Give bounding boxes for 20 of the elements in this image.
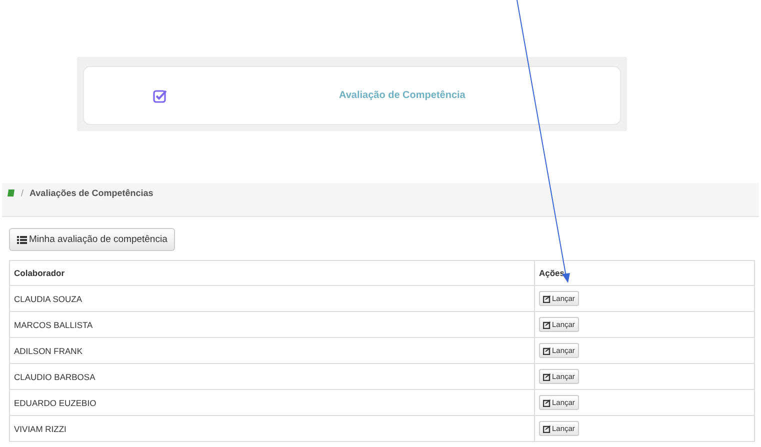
edit-icon <box>543 320 551 328</box>
edit-icon <box>543 294 551 302</box>
breadcrumb-separator: / <box>21 188 24 198</box>
table-cell: VIVIAM RIZZI <box>10 416 534 442</box>
table-cell: MARCOS BALLISTA <box>10 312 534 338</box>
list-icon <box>17 236 27 244</box>
table-cell: ADILSON FRANK <box>10 338 534 364</box>
checkbox-icon <box>153 88 167 102</box>
breadcrumb-item: Avaliações de Competências <box>30 188 154 198</box>
column-header: Ações <box>534 260 754 286</box>
card-title: Avaliação de Competência <box>339 90 466 101</box>
my-evaluation-button[interactable]: Minha avaliação de competência <box>9 228 176 251</box>
edit-icon <box>543 372 551 380</box>
edit-icon <box>543 346 551 354</box>
edit-icon <box>543 424 551 432</box>
table-cell: CLAUDIO BARBOSA <box>10 364 534 390</box>
column-header: Colaborador <box>10 260 534 286</box>
edit-icon <box>543 398 551 406</box>
table-cell: CLAUDIA SOUZA <box>10 286 534 312</box>
table-cell: EDUARDO EUZEBIO <box>10 390 534 416</box>
